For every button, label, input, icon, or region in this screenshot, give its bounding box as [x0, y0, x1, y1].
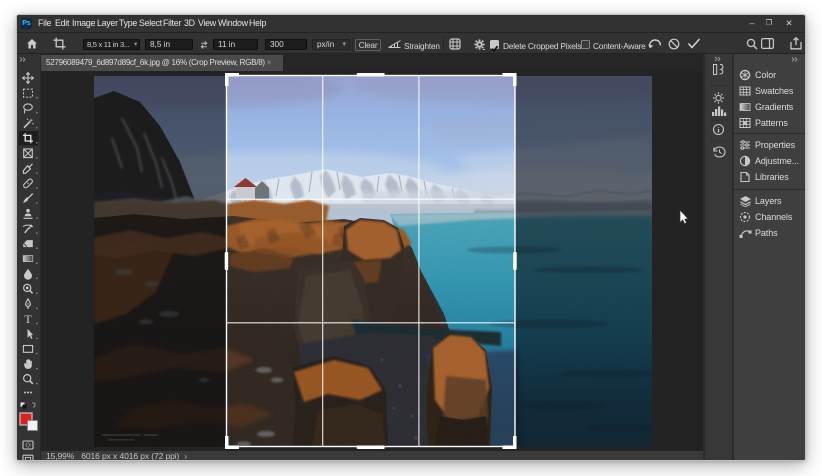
svg-text:T: T — [24, 312, 32, 326]
